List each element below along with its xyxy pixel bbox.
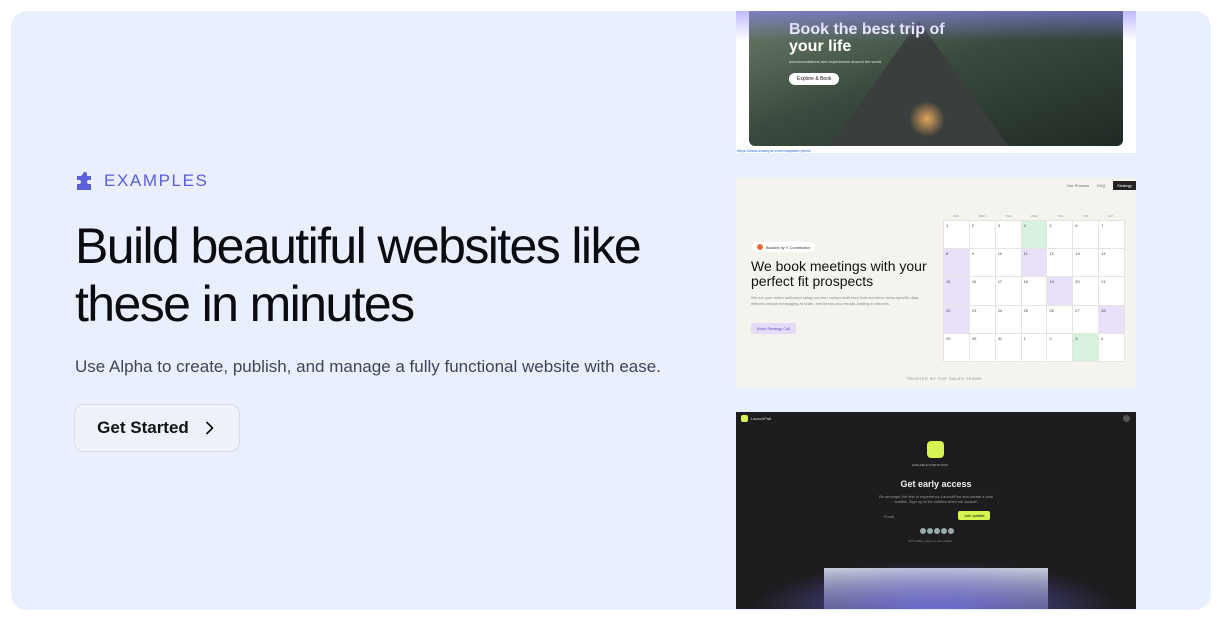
meetings-nav: Our Process FAQ Strategy bbox=[1067, 181, 1136, 190]
weekday: TUE bbox=[1005, 214, 1012, 218]
avatar-stack bbox=[920, 528, 954, 534]
travel-tagline: Accommodations and experiences around th… bbox=[789, 59, 882, 64]
calendar-day[interactable]: 5 bbox=[1047, 221, 1073, 249]
calendar-day[interactable]: 7 bbox=[1099, 221, 1124, 249]
calendar-day[interactable]: 28 bbox=[1099, 305, 1124, 333]
calendar-day[interactable]: 15 bbox=[944, 277, 969, 305]
weekday: FRI bbox=[1083, 214, 1088, 218]
calendar-day[interactable]: 24 bbox=[995, 305, 1021, 333]
calendar-grid: 1 2 3 4 5 6 7 8 9 10 11 12 13 14 15 16 17 18 19 20 21 22 23 24 2… bbox=[943, 220, 1125, 362]
page-title: Build beautiful websites like these in m… bbox=[75, 218, 642, 332]
calendar-day[interactable]: 12 bbox=[1047, 249, 1073, 277]
calendar-day[interactable]: 20 bbox=[1073, 277, 1099, 305]
calendar-day[interactable]: 11 bbox=[1021, 249, 1047, 277]
launchpad-logo-icon bbox=[741, 415, 748, 422]
calendar-day[interactable]: 30 bbox=[969, 333, 995, 361]
calendar-day[interactable]: 2 bbox=[1047, 333, 1073, 361]
calendar-day[interactable]: 26 bbox=[1047, 305, 1073, 333]
calendar-day[interactable]: 22 bbox=[944, 305, 969, 333]
calendar-day[interactable]: 27 bbox=[1073, 305, 1099, 333]
avatar bbox=[941, 528, 947, 534]
waitlist-count: Join 2,000+ others on the waitlist bbox=[908, 539, 952, 543]
launchpad-body: Be amongst the first to experience Launc… bbox=[879, 494, 993, 504]
chevron-right-icon bbox=[205, 421, 214, 435]
book-call-button[interactable]: Book Strategy Call bbox=[751, 323, 797, 334]
calendar-weekdays: SUN MON TUE WED THU FRI SAT bbox=[943, 214, 1123, 218]
avatar bbox=[920, 528, 926, 534]
meetings-footer: TRUSTED BY TOP SALES TEAMS bbox=[906, 376, 983, 381]
calendar-day[interactable]: 3 bbox=[995, 221, 1021, 249]
launchpad-title: Get early access bbox=[900, 479, 972, 489]
cabin-light bbox=[909, 101, 945, 137]
calendar-day[interactable]: 23 bbox=[969, 305, 995, 333]
photo-credit-link[interactable]: https://www.example.com/unsplash-photo bbox=[737, 148, 811, 153]
meetings-title: We book meetings with your perfect fit p… bbox=[751, 258, 927, 289]
nav-item-faq[interactable]: FAQ bbox=[1097, 183, 1105, 188]
calendar-day[interactable]: 1 bbox=[944, 221, 969, 249]
nav-item-process[interactable]: Our Process bbox=[1067, 183, 1089, 188]
join-waitlist-button[interactable]: Join waitlist bbox=[958, 511, 991, 520]
beta-pill: AVAILABLE IN BETA NOW bbox=[912, 463, 949, 467]
example-launchpad-preview[interactable]: LaunchPad AVAILABLE IN BETA NOW Get earl… bbox=[736, 412, 1136, 609]
calendar-day[interactable]: 4 bbox=[1099, 333, 1124, 361]
calendar-day[interactable]: 21 bbox=[1099, 277, 1124, 305]
badge-label: Backed by Y Combinator bbox=[766, 244, 811, 250]
calendar-day[interactable]: 31 bbox=[995, 333, 1021, 361]
calendar-day[interactable]: 2 bbox=[969, 221, 995, 249]
calendar-day[interactable]: 14 bbox=[1099, 249, 1124, 277]
calendar-day[interactable]: 19 bbox=[1047, 277, 1073, 305]
calendar-day[interactable]: 10 bbox=[995, 249, 1021, 277]
launchpad-brand-label: LaunchPad bbox=[751, 416, 772, 421]
weekday: MON bbox=[978, 214, 986, 218]
puzzle-icon bbox=[77, 172, 91, 190]
calendar-day[interactable]: 29 bbox=[944, 333, 969, 361]
weekday: SAT bbox=[1107, 214, 1114, 218]
calendar-day[interactable]: 6 bbox=[1073, 221, 1099, 249]
eyebrow: EXAMPLES bbox=[75, 171, 208, 191]
calendar-day[interactable]: 8 bbox=[944, 249, 969, 277]
calendar-day[interactable]: 3 bbox=[1073, 333, 1099, 361]
eyebrow-label: EXAMPLES bbox=[104, 171, 209, 190]
example-meetings-preview[interactable]: Our Process FAQ Strategy Backed by Y Com… bbox=[736, 178, 1136, 388]
get-started-label: Get Started bbox=[97, 418, 189, 437]
meetings-body: We run your entire outbound using our ow… bbox=[751, 295, 920, 306]
calendar-day[interactable]: 1 bbox=[1021, 333, 1047, 361]
avatar bbox=[934, 528, 940, 534]
weekday: THU bbox=[1057, 214, 1064, 218]
bottom-glow bbox=[736, 557, 1136, 609]
close-icon[interactable] bbox=[1123, 415, 1130, 422]
avatar bbox=[948, 528, 954, 534]
calendar-day[interactable]: 25 bbox=[1021, 305, 1047, 333]
launchpad-brand: LaunchPad bbox=[741, 415, 771, 422]
calendar-day[interactable]: 13 bbox=[1073, 249, 1099, 277]
calendar-day[interactable]: 18 bbox=[1021, 277, 1047, 305]
calendar-day[interactable]: 9 bbox=[969, 249, 995, 277]
calendar-day[interactable]: 16 bbox=[969, 277, 995, 305]
explore-book-button[interactable]: Explore & Book bbox=[789, 73, 840, 85]
page-subtitle: Use Alpha to create, publish, and manage… bbox=[75, 357, 661, 376]
weekday: WED bbox=[1030, 214, 1038, 218]
email-field[interactable]: Email bbox=[884, 514, 894, 519]
top-glow bbox=[736, 11, 1136, 41]
hero-section: EXAMPLES Build beautiful websites like t… bbox=[11, 11, 1211, 610]
calendar-day[interactable]: 4 bbox=[1021, 221, 1047, 249]
get-started-button[interactable]: Get Started bbox=[74, 404, 240, 452]
launchpad-app-icon bbox=[927, 441, 944, 458]
avatar bbox=[927, 528, 933, 534]
weekday: SUN bbox=[952, 214, 960, 218]
example-travel-preview[interactable]: Book the best trip of your life Accommod… bbox=[736, 11, 1136, 153]
yc-badge: Backed by Y Combinator bbox=[752, 242, 816, 252]
calendar-day[interactable]: 17 bbox=[995, 277, 1021, 305]
nav-strategy-button[interactable]: Strategy bbox=[1113, 181, 1136, 190]
yc-dot-icon bbox=[757, 244, 763, 250]
